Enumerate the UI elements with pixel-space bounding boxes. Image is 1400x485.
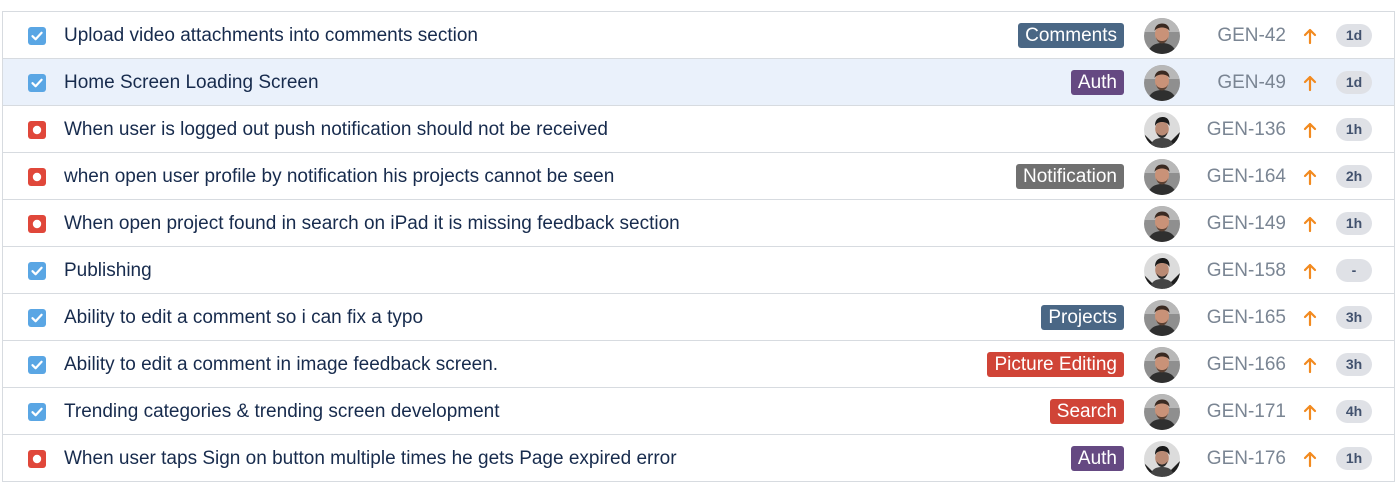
issue-label[interactable]: Auth	[1070, 70, 1124, 95]
issue-row[interactable]: Trending categories & trending screen de…	[3, 388, 1394, 435]
issue-key[interactable]: GEN-42	[1180, 25, 1286, 47]
avatar-a-icon[interactable]	[1144, 64, 1180, 101]
issue-summary[interactable]: When user is logged out push notificatio…	[64, 106, 608, 153]
issue-label[interactable]: Comments	[1018, 23, 1124, 48]
issue-meta: GEN-158 -	[1144, 247, 1394, 294]
issue-row[interactable]: Upload video attachments into comments s…	[3, 12, 1394, 59]
checkbox-story-icon	[28, 74, 46, 92]
bug-icon	[28, 215, 46, 233]
avatar-a-icon[interactable]	[1144, 205, 1180, 242]
issue-key[interactable]: GEN-158	[1180, 260, 1286, 282]
issue-row[interactable]: When user is logged out push notificatio…	[3, 106, 1394, 153]
arrow-up-icon	[1302, 215, 1318, 233]
bug-icon	[28, 450, 46, 468]
bug-icon	[28, 168, 46, 186]
avatar-a-icon[interactable]	[1144, 17, 1180, 54]
issue-row[interactable]: Publishing GEN-158 -	[3, 247, 1394, 294]
issue-label[interactable]: Auth	[1070, 446, 1124, 471]
arrow-up-icon	[1302, 403, 1318, 421]
estimate-badge: 3h	[1336, 306, 1372, 329]
issue-meta: Notification GEN-164 2h	[1016, 153, 1394, 200]
issue-summary[interactable]: Home Screen Loading Screen	[64, 59, 319, 106]
issue-key[interactable]: GEN-171	[1180, 401, 1286, 423]
estimate-badge: 2h	[1336, 165, 1372, 188]
estimate-badge: 1h	[1336, 447, 1372, 470]
checkbox-story-icon	[28, 403, 46, 421]
issue-meta: GEN-136 1h	[1144, 106, 1394, 153]
arrow-up-icon	[1302, 309, 1318, 327]
issue-summary[interactable]: When open project found in search on iPa…	[64, 200, 680, 247]
issue-label[interactable]: Notification	[1016, 164, 1124, 189]
issue-row[interactable]: Ability to edit a comment so i can fix a…	[3, 294, 1394, 341]
checkbox-story-icon	[28, 356, 46, 374]
checkbox-story-icon	[28, 27, 46, 45]
avatar-a-icon[interactable]	[1144, 346, 1180, 383]
arrow-up-icon	[1302, 121, 1318, 139]
estimate-badge: 1d	[1336, 71, 1372, 94]
issue-summary[interactable]: When user taps Sign on button multiple t…	[64, 435, 677, 482]
issue-key[interactable]: GEN-166	[1180, 354, 1286, 376]
avatar-b-icon[interactable]	[1144, 252, 1180, 289]
issue-meta: Comments GEN-42 1d	[1018, 12, 1394, 59]
issue-row[interactable]: when open user profile by notification h…	[3, 153, 1394, 200]
checkbox-story-icon	[28, 262, 46, 280]
avatar-a-icon[interactable]	[1144, 299, 1180, 336]
arrow-up-icon	[1302, 262, 1318, 280]
issue-summary[interactable]: Ability to edit a comment so i can fix a…	[64, 294, 423, 341]
issue-summary[interactable]: when open user profile by notification h…	[64, 153, 614, 200]
issue-summary[interactable]: Trending categories & trending screen de…	[64, 388, 500, 435]
checkbox-story-icon	[28, 309, 46, 327]
issue-label[interactable]: Search	[1049, 399, 1124, 424]
issue-meta: Search GEN-171 4h	[1049, 388, 1394, 435]
issue-label[interactable]: Picture Editing	[987, 352, 1124, 377]
arrow-up-icon	[1302, 74, 1318, 92]
issue-row[interactable]: Home Screen Loading Screen Auth GEN-49 1…	[3, 59, 1394, 106]
avatar-b-icon[interactable]	[1144, 111, 1180, 148]
issue-key[interactable]: GEN-136	[1180, 119, 1286, 141]
bug-icon	[28, 121, 46, 139]
estimate-badge: 1d	[1336, 24, 1372, 47]
issue-meta: Auth GEN-49 1d	[1070, 59, 1394, 106]
issue-summary[interactable]: Ability to edit a comment in image feedb…	[64, 341, 498, 388]
arrow-up-icon	[1302, 356, 1318, 374]
estimate-badge: 1h	[1336, 118, 1372, 141]
issue-summary[interactable]: Upload video attachments into comments s…	[64, 12, 478, 59]
issue-key[interactable]: GEN-164	[1180, 166, 1286, 188]
arrow-up-icon	[1302, 450, 1318, 468]
issue-summary[interactable]: Publishing	[64, 247, 152, 294]
issue-row[interactable]: When open project found in search on iPa…	[3, 200, 1394, 247]
issue-meta: Projects GEN-165 3h	[1041, 294, 1394, 341]
issue-row[interactable]: Ability to edit a comment in image feedb…	[3, 341, 1394, 388]
issue-key[interactable]: GEN-165	[1180, 307, 1286, 329]
estimate-badge: 1h	[1336, 212, 1372, 235]
issue-label[interactable]: Projects	[1041, 305, 1124, 330]
issue-key[interactable]: GEN-149	[1180, 213, 1286, 235]
avatar-a-icon[interactable]	[1144, 158, 1180, 195]
avatar-a-icon[interactable]	[1144, 393, 1180, 430]
arrow-up-icon	[1302, 168, 1318, 186]
avatar-b-icon[interactable]	[1144, 440, 1180, 477]
estimate-badge: -	[1336, 259, 1372, 282]
issue-key[interactable]: GEN-49	[1180, 72, 1286, 94]
issue-meta: GEN-149 1h	[1144, 200, 1394, 247]
issue-meta: Auth GEN-176 1h	[1070, 435, 1394, 482]
estimate-badge: 4h	[1336, 400, 1372, 423]
issue-list: Upload video attachments into comments s…	[2, 11, 1395, 482]
issue-meta: Picture Editing GEN-166 3h	[987, 341, 1394, 388]
issue-key[interactable]: GEN-176	[1180, 448, 1286, 470]
issue-row[interactable]: When user taps Sign on button multiple t…	[3, 435, 1394, 482]
arrow-up-icon	[1302, 27, 1318, 45]
estimate-badge: 3h	[1336, 353, 1372, 376]
